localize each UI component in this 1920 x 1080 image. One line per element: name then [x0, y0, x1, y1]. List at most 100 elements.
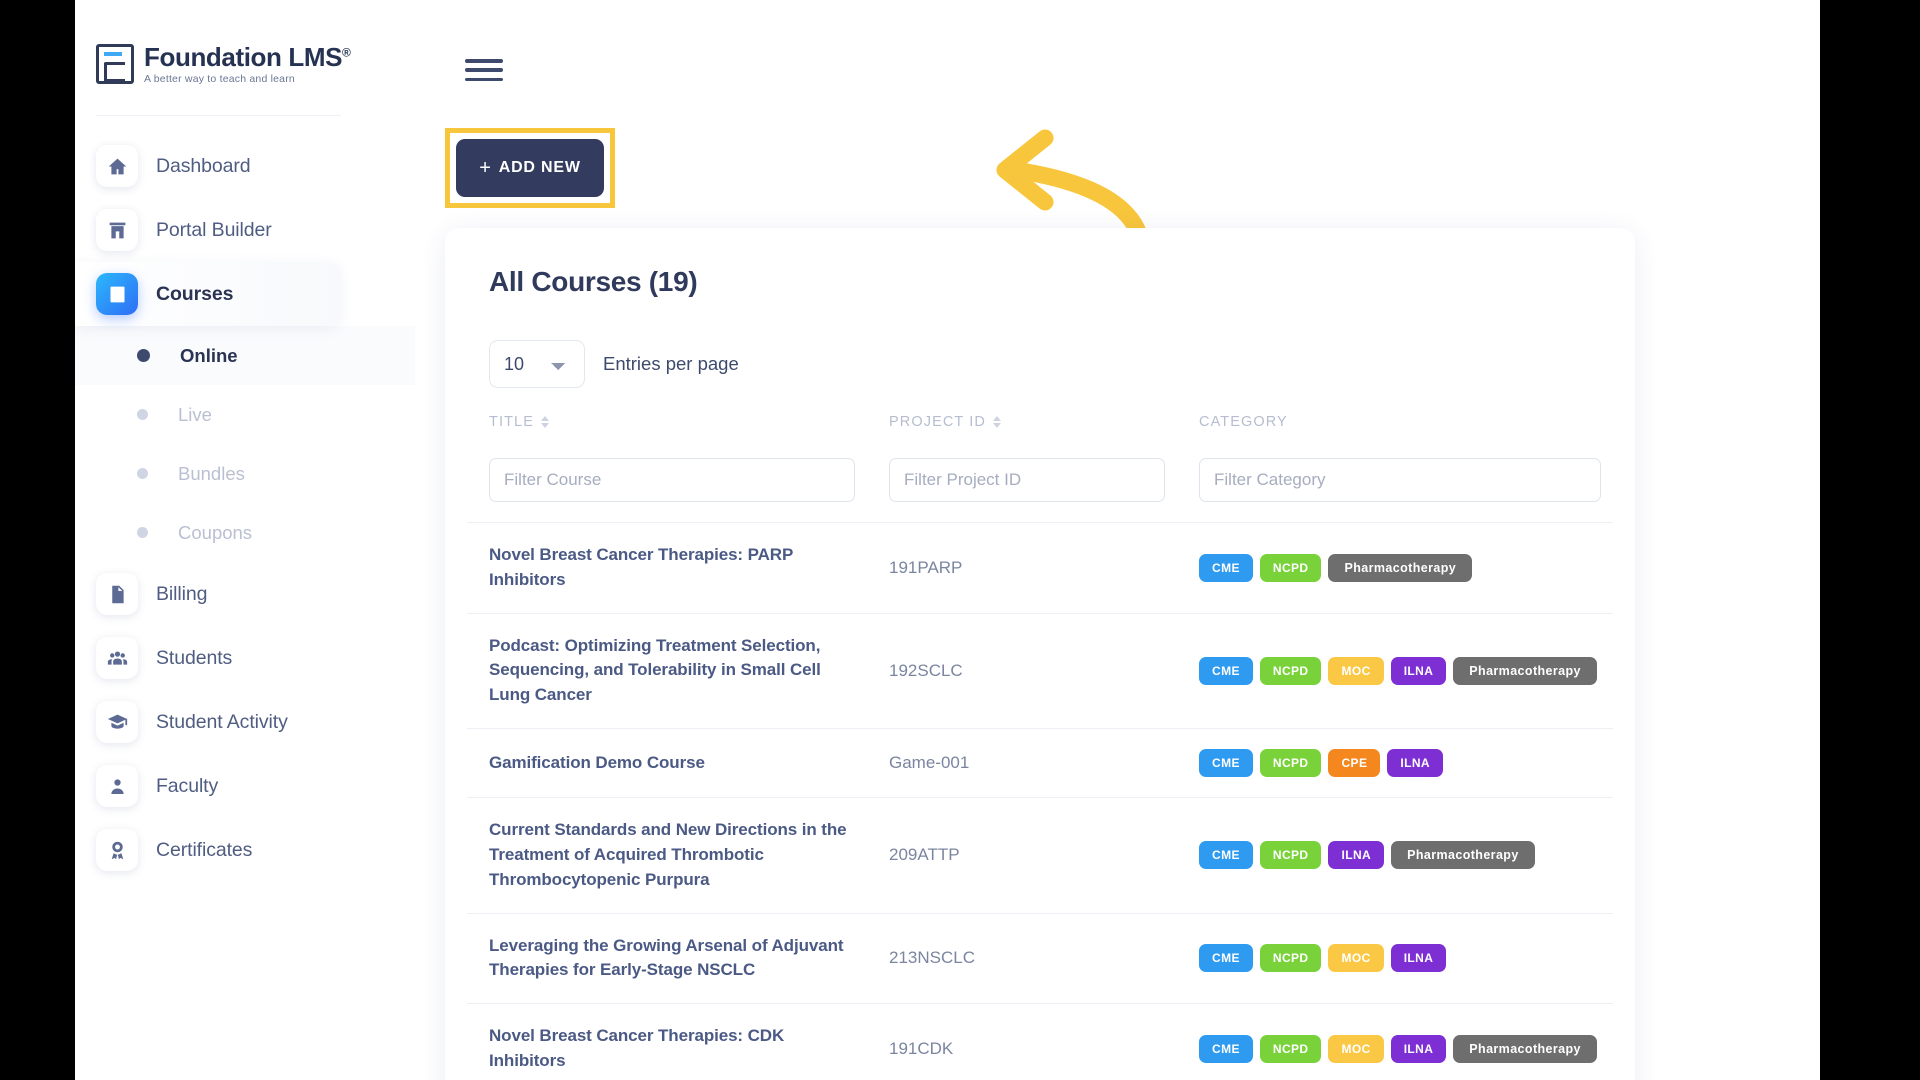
- course-title-link[interactable]: Novel Breast Cancer Therapies: CDK Inhib…: [489, 1024, 857, 1074]
- cell-project-id: 192SCLC: [867, 613, 1177, 730]
- sidebar-label-certificates: Certificates: [156, 838, 253, 861]
- status-badge: MOC: [1328, 656, 1384, 685]
- filter-cell-project-id: [867, 448, 1177, 523]
- cell-project-id: Game-001: [867, 728, 1177, 799]
- cell-title: Novel Breast Cancer Therapies: PARP Inhi…: [467, 522, 867, 614]
- table-head: TITLE PROJECT ID CATEGORY Filter Course …: [467, 414, 1613, 523]
- cell-title: Novel Breast Cancer Therapies: CDK Inhib…: [467, 1003, 867, 1080]
- category-badge-group: CME NCPD MOC ILNA: [1199, 944, 1603, 973]
- sidebar-item-certificates[interactable]: Certificates: [75, 818, 415, 882]
- filter-course-input[interactable]: [489, 458, 855, 502]
- status-badge: CME: [1199, 841, 1253, 870]
- sidebar-sublabel-online: Online: [180, 344, 238, 366]
- course-title-link[interactable]: Gamification Demo Course: [489, 751, 857, 776]
- sidebar-label-portal-builder: Portal Builder: [156, 218, 272, 241]
- sidebar-label-courses: Courses: [156, 282, 234, 305]
- status-badge: ILNA: [1390, 944, 1447, 973]
- bullet-icon: [137, 409, 148, 420]
- trademark-symbol: ®: [342, 45, 351, 60]
- portal-icon: [96, 209, 138, 251]
- home-icon: [96, 145, 138, 187]
- status-badge: NCPD: [1259, 1034, 1322, 1063]
- sidebar-item-portal-builder[interactable]: Portal Builder: [75, 198, 415, 262]
- invoice-icon: [96, 573, 138, 615]
- status-badge: Pharmacotherapy: [1391, 841, 1535, 870]
- sidebar-item-student-activity[interactable]: Student Activity: [75, 690, 415, 754]
- bullet-icon: [137, 349, 150, 362]
- sidebar-item-dashboard[interactable]: Dashboard: [75, 134, 415, 198]
- sidebar-sublabel-live: Live: [178, 403, 212, 425]
- sort-icon[interactable]: [540, 416, 549, 428]
- table-row: Novel Breast Cancer Therapies: PARP Inhi…: [467, 522, 1613, 614]
- cell-title: Podcast: Optimizing Treatment Selection,…: [467, 613, 867, 730]
- course-title-link[interactable]: Leveraging the Growing Arsenal of Adjuva…: [489, 934, 857, 984]
- app-window: Foundation LMS® A better way to teach an…: [75, 0, 1820, 1080]
- project-id-value: 191PARP: [889, 557, 963, 577]
- status-badge: NCPD: [1259, 841, 1322, 870]
- add-new-label: ADD NEW: [498, 159, 581, 176]
- screen: Foundation LMS® A better way to teach an…: [0, 0, 1920, 1080]
- sidebar-sublabel-coupons: Coupons: [178, 521, 253, 543]
- course-title-link[interactable]: Novel Breast Cancer Therapies: PARP Inhi…: [489, 543, 857, 593]
- brand-name: Foundation LMS®: [144, 42, 351, 72]
- courses-panel: All Courses (19) 10 Entries per page TIT…: [445, 228, 1635, 1080]
- column-label-project-id: PROJECT ID: [889, 414, 986, 430]
- status-badge: MOC: [1328, 944, 1384, 973]
- sidebar-subitem-coupons[interactable]: Coupons: [75, 503, 415, 562]
- cell-category: CME NCPD MOC ILNA: [1177, 913, 1613, 1005]
- status-badge: NCPD: [1259, 553, 1322, 582]
- cell-title: Leveraging the Growing Arsenal of Adjuva…: [467, 913, 867, 1005]
- sidebar-label-students: Students: [156, 646, 233, 669]
- sidebar-item-students[interactable]: Students: [75, 626, 415, 690]
- status-badge: MOC: [1328, 1034, 1384, 1063]
- hamburger-menu-icon[interactable]: [465, 56, 505, 84]
- sidebar-subitem-bundles[interactable]: Bundles: [75, 444, 415, 503]
- category-badge-group: CME NCPD ILNA Pharmacotherapy: [1199, 841, 1603, 870]
- sidebar-label-student-activity: Student Activity: [156, 710, 288, 733]
- table-header-row: TITLE PROJECT ID CATEGORY: [467, 414, 1613, 448]
- sort-icon[interactable]: [992, 416, 1001, 428]
- status-badge: ILNA: [1390, 656, 1447, 685]
- brand-text: Foundation LMS® A better way to teach an…: [144, 42, 351, 85]
- add-new-button[interactable]: + ADD NEW: [456, 139, 604, 197]
- status-badge: CME: [1199, 1034, 1253, 1063]
- sidebar-nav: Dashboard Portal Builder Courses Online …: [75, 134, 415, 882]
- cell-project-id: 209ATTP: [867, 797, 1177, 914]
- sidebar-item-courses[interactable]: Courses: [75, 262, 340, 326]
- sidebar-item-faculty[interactable]: Faculty: [75, 754, 415, 818]
- course-title-link[interactable]: Current Standards and New Directions in …: [489, 818, 857, 892]
- column-header-title[interactable]: TITLE: [467, 414, 867, 448]
- sidebar: Foundation LMS® A better way to teach an…: [75, 0, 415, 1080]
- project-id-value: 213NSCLC: [889, 948, 975, 968]
- status-badge: CPE: [1328, 749, 1381, 778]
- cell-project-id: 213NSCLC: [867, 913, 1177, 1005]
- status-badge: Pharmacotherapy: [1453, 1034, 1597, 1063]
- filter-cell-title: [467, 448, 867, 523]
- cell-category: CME NCPD CPE ILNA: [1177, 728, 1613, 799]
- entries-per-page-select[interactable]: 10: [489, 340, 585, 388]
- table-body: Novel Breast Cancer Therapies: PARP Inhi…: [467, 522, 1613, 1080]
- bullet-icon: [137, 468, 148, 479]
- status-badge: ILNA: [1387, 749, 1443, 778]
- course-title-link[interactable]: Podcast: Optimizing Treatment Selection,…: [489, 634, 857, 708]
- brand-logo[interactable]: Foundation LMS® A better way to teach an…: [96, 42, 351, 85]
- sidebar-item-billing[interactable]: Billing: [75, 562, 415, 626]
- column-label-title: TITLE: [489, 414, 534, 430]
- add-new-highlight-box: + ADD NEW: [445, 128, 615, 208]
- category-badge-group: CME NCPD MOC ILNA Pharmacotherapy: [1199, 656, 1603, 685]
- sidebar-subitem-live[interactable]: Live: [75, 385, 415, 444]
- book-icon: [96, 273, 138, 315]
- filter-category-input[interactable]: [1199, 458, 1601, 502]
- bullet-icon: [137, 527, 148, 538]
- filter-project-id-input[interactable]: [889, 458, 1165, 502]
- column-header-category: CATEGORY: [1177, 414, 1613, 448]
- document-list-icon: [96, 44, 134, 85]
- status-badge: ILNA: [1328, 841, 1385, 870]
- sidebar-subitem-online[interactable]: Online: [75, 326, 415, 385]
- graduation-icon: [96, 701, 138, 743]
- courses-table: TITLE PROJECT ID CATEGORY Filter Course …: [467, 414, 1613, 1080]
- table-filter-row: [467, 448, 1613, 523]
- cell-project-id: 191CDK: [867, 1003, 1177, 1080]
- column-header-project-id[interactable]: PROJECT ID: [867, 414, 1177, 448]
- table-row: Leveraging the Growing Arsenal of Adjuva…: [467, 913, 1613, 1005]
